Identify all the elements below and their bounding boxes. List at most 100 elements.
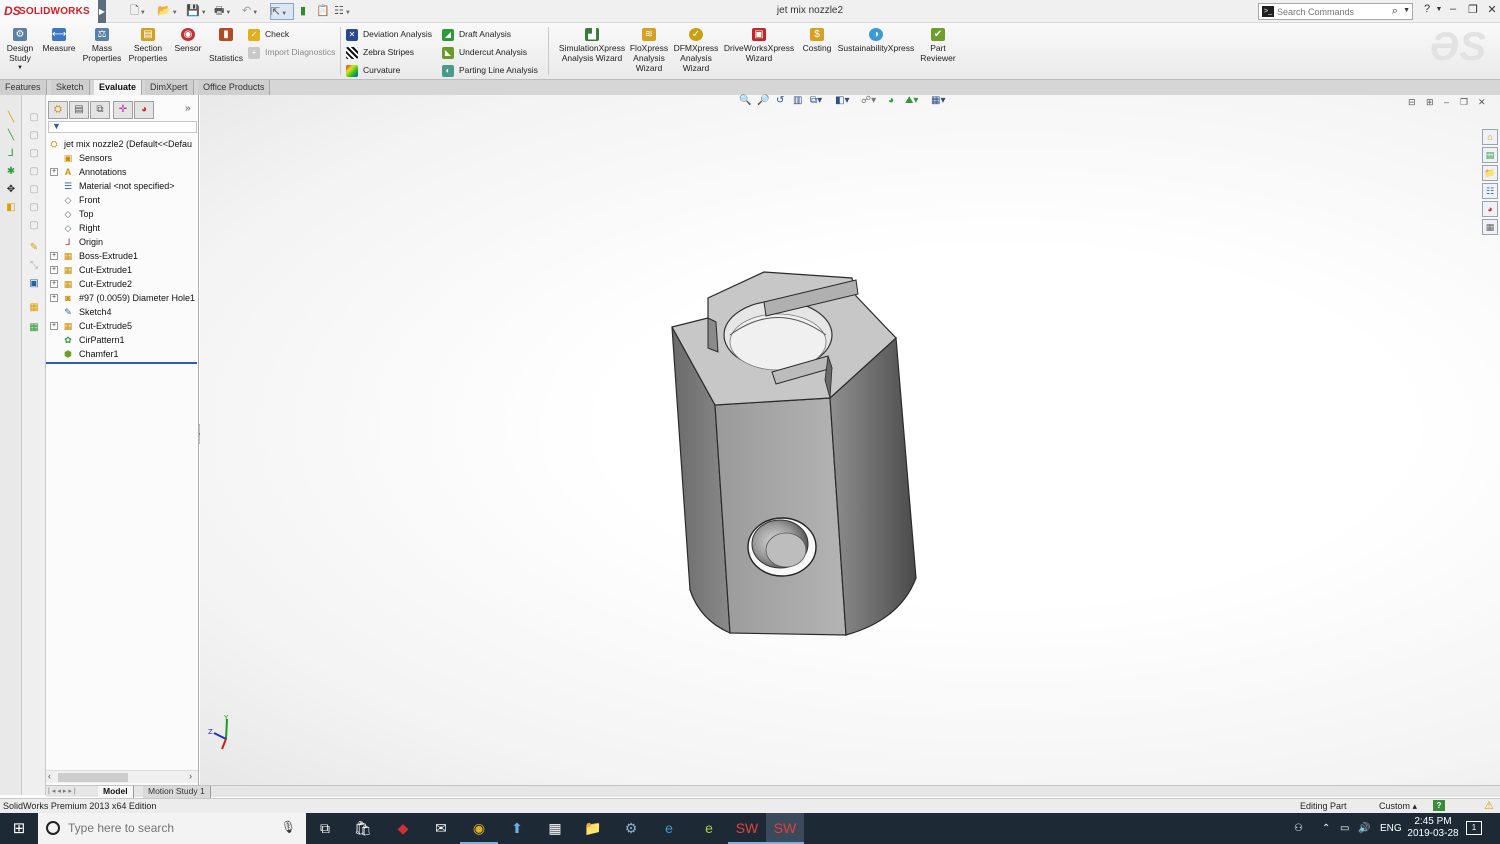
configurationmanager-tab-icon[interactable]: ⧉ (90, 101, 110, 119)
new-document-button[interactable]: 🗋▼ (130, 3, 156, 20)
search-commands-input[interactable] (1277, 5, 1389, 18)
displaymanager-tab-icon[interactable]: ◕ (134, 101, 154, 119)
design-study-button[interactable]: ⚙ Design Study ▼ (4, 28, 36, 73)
construction-line-icon[interactable]: ╲ (4, 129, 18, 142)
hide-show-items-icon[interactable]: ☍▾ (861, 95, 876, 106)
dfmxpress-button[interactable]: ✓ DFMXpress Analysis Wizard (673, 28, 719, 73)
expand-icon[interactable]: + (50, 280, 58, 288)
check-button[interactable]: ✓ Check (248, 27, 289, 41)
view-palette-icon[interactable]: ☷ (1482, 183, 1498, 199)
windows-search[interactable]: 🎙 (38, 813, 306, 844)
curvature-button[interactable]: Curvature (346, 63, 400, 77)
tree-item-cut-extrude1[interactable]: + ▦ Cut-Extrude1 (46, 263, 199, 277)
scroll-right-icon[interactable]: › (189, 771, 192, 781)
box-icon[interactable]: ▢ (27, 111, 41, 124)
close-doc-icon[interactable]: ✕ (1478, 97, 1486, 108)
zoom-to-fit-icon[interactable]: 🔍 (739, 95, 751, 106)
volume-icon[interactable]: 🔊 (1358, 813, 1370, 844)
search-icon[interactable]: ⌕ (1392, 5, 1398, 18)
tree-item-cirpattern1[interactable]: ✿ CirPattern1 (46, 333, 199, 347)
viewport-single-icon[interactable]: ⊟ (1408, 97, 1416, 108)
tree-item-sketch4[interactable]: ✎ Sketch4 (46, 305, 199, 319)
quick-tips-icon[interactable]: ? (1433, 800, 1445, 811)
tree-item-boss-extrude1[interactable]: + ▦ Boss-Extrude1 (46, 249, 199, 263)
tab-dimxpert[interactable]: DimXpert (145, 80, 194, 95)
featuremanager-tab-icon[interactable]: ⛭ (48, 101, 68, 119)
tree-item-annotations[interactable]: + A Annotations (46, 165, 199, 179)
search-commands[interactable]: >_ ⌕ ▼ (1258, 3, 1413, 20)
box-icon[interactable]: ▢ (27, 147, 41, 160)
expand-icon[interactable]: + (50, 168, 58, 176)
rollback-bar[interactable] (46, 362, 197, 364)
sustainabilityxpress-button[interactable]: ◑ SustainabilityXpress (836, 28, 916, 53)
zebra-stripes-button[interactable]: Zebra Stripes (346, 45, 414, 59)
expand-icon[interactable]: + (50, 322, 58, 330)
tab-office-products[interactable]: Office Products (198, 80, 271, 95)
etabs-icon[interactable]: e (690, 813, 728, 844)
feature-icon[interactable]: ▦ (27, 301, 41, 314)
simulationxpress-button[interactable]: ▟ SimulationXpress Analysis Wizard (558, 28, 626, 63)
line-tool-icon[interactable]: ╲ (4, 111, 18, 124)
units-selector[interactable]: Custom ▴ (1379, 799, 1417, 813)
apply-scene-icon[interactable]: ⛰▾ (905, 95, 918, 106)
view-orientation-icon[interactable]: ⧉▾ (810, 95, 822, 106)
dimxpertmanager-tab-icon[interactable]: ✛ (113, 101, 133, 119)
chrome-icon[interactable]: ◉ (460, 813, 498, 844)
import-diagnostics-button[interactable]: + Import Diagnostics (248, 45, 335, 59)
tray-expand-icon[interactable]: ⌃ (1322, 813, 1330, 844)
calculator-icon[interactable]: ▦ (536, 813, 574, 844)
mass-properties-button[interactable]: ⚖ Mass Properties (80, 28, 124, 63)
open-document-button[interactable]: 📂▼ (157, 3, 183, 20)
section-view-icon[interactable]: ▥ (793, 95, 802, 106)
save-button[interactable]: 💾▼ (186, 3, 212, 20)
control-panel-icon[interactable]: ⚙ (612, 813, 650, 844)
solidworks-menu-button[interactable]: DS SOLIDWORKS ▶ (0, 0, 106, 23)
antivirus-icon[interactable]: ◆ (384, 813, 422, 844)
system-clock[interactable]: 2:45 PM 2019-03-28 (1406, 816, 1460, 840)
tab-evaluate[interactable]: Evaluate (94, 80, 143, 95)
box-icon[interactable]: ▢ (27, 165, 41, 178)
edit-sketch-icon[interactable]: ✎ (27, 241, 41, 254)
zoom-to-area-icon[interactable]: 🔎 (757, 95, 769, 106)
minimize-doc-icon[interactable]: – (1444, 97, 1449, 107)
search-dropdown-icon[interactable]: ▼ (1403, 7, 1410, 14)
box-icon[interactable]: ▢ (27, 219, 41, 232)
tree-item-cut-extrude5[interactable]: + ▦ Cut-Extrude5 (46, 319, 199, 333)
tree-root-part[interactable]: ⛭ jet mix nozzle2 (Default<<Defau (46, 137, 199, 151)
previous-view-icon[interactable]: ↺ (776, 95, 784, 106)
display-icon[interactable]: ▣ (27, 277, 41, 290)
move-tool-icon[interactable]: ✥ (4, 183, 18, 196)
mail-icon[interactable]: ✉ (422, 813, 460, 844)
tree-item-chamfer1[interactable]: ⬢ Chamfer1 (46, 347, 199, 361)
axis-tool-icon[interactable]: ⅃ (4, 147, 18, 160)
smart-dimension-icon[interactable]: ⤡ (27, 259, 41, 272)
task-view-icon[interactable]: ⧉ (306, 813, 344, 844)
options-button[interactable]: ☷▼ (334, 3, 360, 20)
expand-icon[interactable]: + (50, 266, 58, 274)
language-indicator[interactable]: ENG (1380, 813, 1402, 844)
tab-model[interactable]: Model (98, 786, 134, 798)
scroll-left-icon[interactable]: ‹ (48, 771, 51, 781)
help-dropdown-icon[interactable]: ▼ (1432, 6, 1446, 13)
store-icon[interactable]: 🛍 (344, 813, 382, 844)
design-library-icon[interactable]: ▤ (1482, 147, 1498, 163)
propertymanager-tab-icon[interactable]: ▤ (69, 101, 89, 119)
expand-icon[interactable]: + (50, 294, 58, 302)
appearances-icon[interactable]: ◕ (1482, 201, 1498, 217)
section-properties-button[interactable]: ▤ Section Properties (126, 28, 170, 63)
view-settings-icon[interactable]: ▦▾ (931, 95, 945, 106)
costing-button[interactable]: $ Costing (800, 28, 834, 53)
statistics-button[interactable]: ▮ Statistics (206, 28, 246, 63)
tree-item-top-plane[interactable]: ◇ Top (46, 207, 199, 221)
deviation-analysis-button[interactable]: ✕ Deviation Analysis (346, 27, 432, 41)
box-icon[interactable]: ▢ (27, 129, 41, 142)
tree-item-sensors[interactable]: ▣ Sensors (46, 151, 199, 165)
tab-sketch[interactable]: Sketch (51, 80, 90, 95)
viewport-tile-icon[interactable]: ⊞ (1426, 97, 1434, 108)
box-icon[interactable]: ▢ (27, 183, 41, 196)
tab-motion-study-1[interactable]: Motion Study 1 (143, 786, 211, 798)
restore-doc-icon[interactable]: ❐ (1460, 97, 1468, 108)
floxpress-button[interactable]: ≋ FloXpress Analysis Wizard (628, 28, 670, 73)
tree-filter[interactable]: ▼ (48, 121, 197, 133)
edge-icon[interactable]: e (650, 813, 688, 844)
